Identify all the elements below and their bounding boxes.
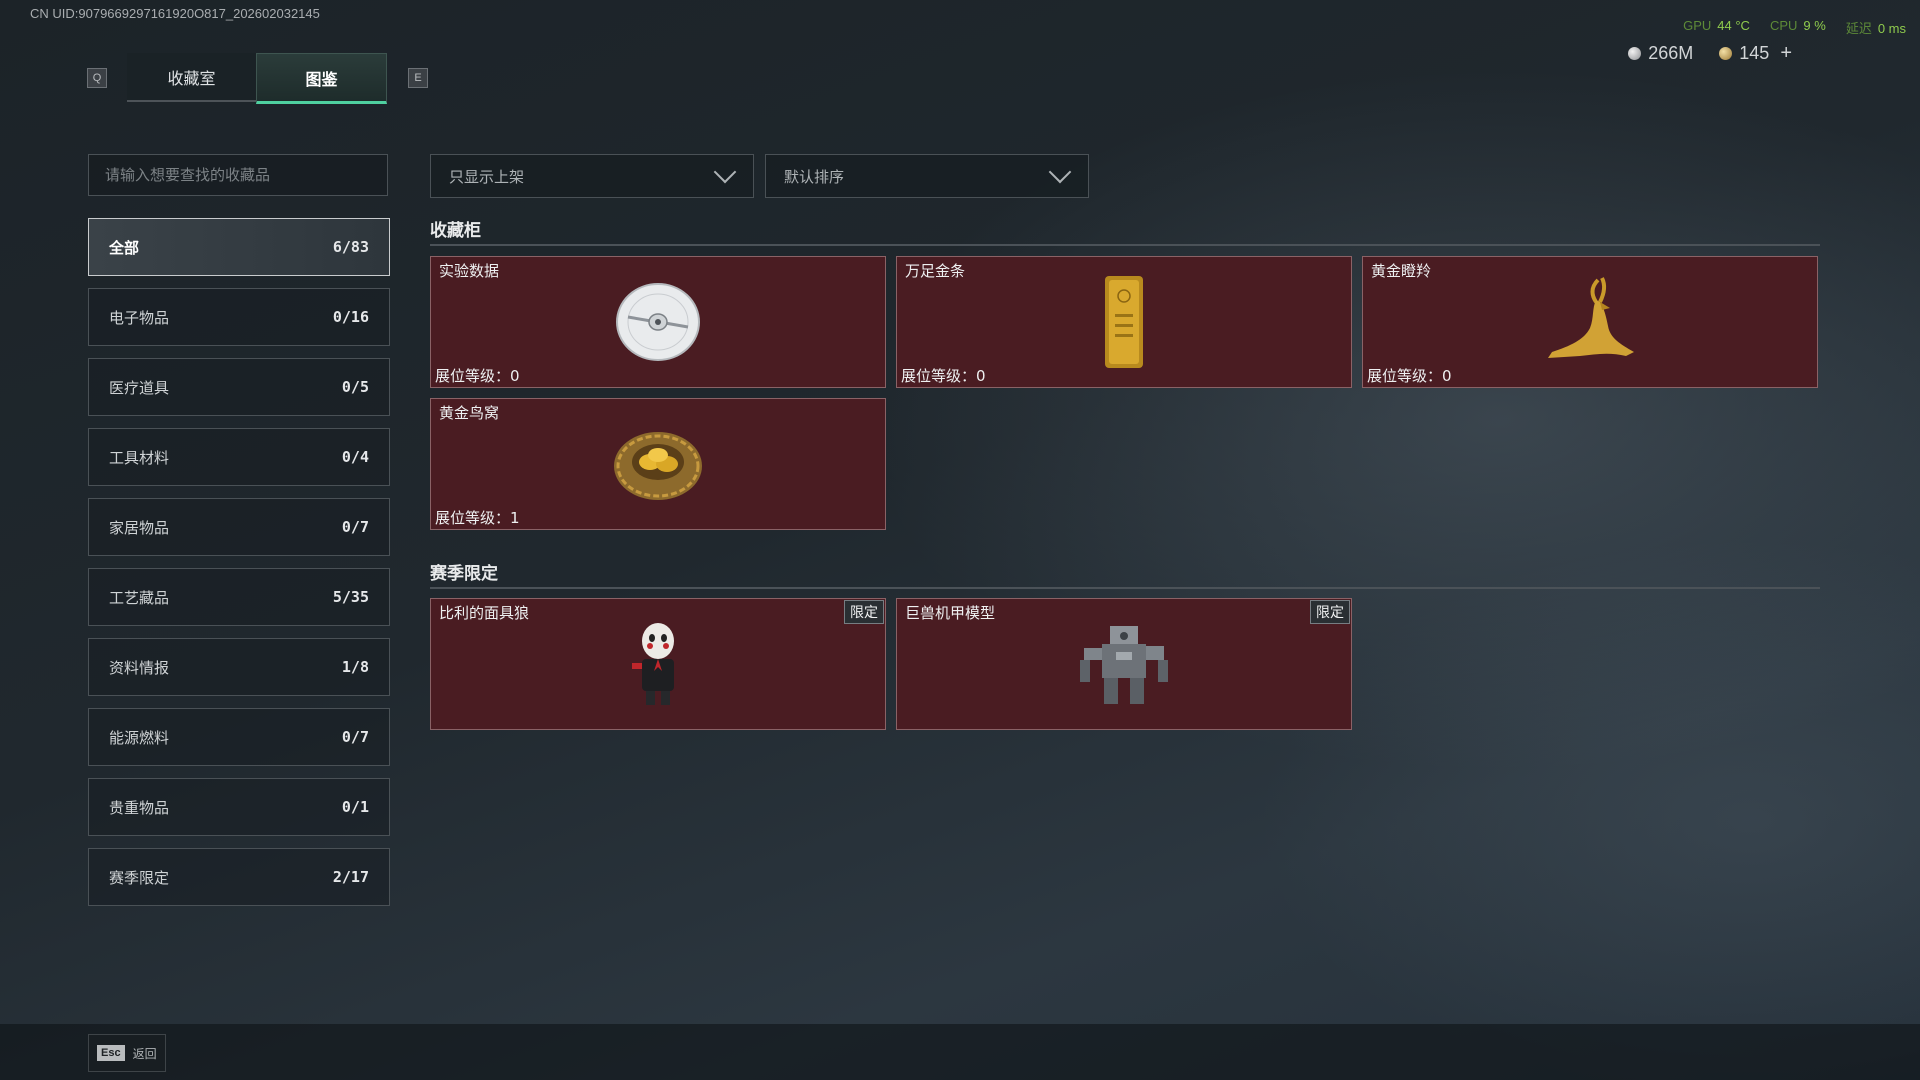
tab-collection-room[interactable]: 收藏室 <box>127 53 256 102</box>
silver-coin-icon <box>1628 47 1642 60</box>
card-name: 万足金条 <box>905 262 966 280</box>
sort-dropdown[interactable]: 默认排序 <box>765 154 1089 198</box>
gold-amount: 145 <box>1739 43 1770 63</box>
cpu-readout: CPU 9 % <box>1769 18 1826 33</box>
latency-readout: 延迟 0 ms <box>1845 21 1906 36</box>
display-level: 展位等级：0 <box>901 367 986 385</box>
uid-text: CN UID:9079669297161920O817_202602032145 <box>30 6 320 21</box>
chevron-down-icon <box>1048 160 1072 184</box>
category-item-tools[interactable]: 工具材料 0/4 <box>88 428 390 486</box>
card-name: 比利的面具狼 <box>439 604 530 622</box>
gold-bar-icon <box>1105 276 1143 368</box>
category-count: 0/4 <box>341 448 369 466</box>
category-label: 家居物品 <box>109 518 170 537</box>
card-name: 黄金瞪羚 <box>1371 262 1432 280</box>
category-count: 0/7 <box>341 518 369 536</box>
category-item-crafts[interactable]: 工艺藏品 5/35 <box>88 568 390 626</box>
silver-currency: 266M <box>1628 42 1693 65</box>
category-item-medical[interactable]: 医疗道具 0/5 <box>88 358 390 416</box>
gold-gazelle-icon <box>1548 277 1634 358</box>
category-label: 电子物品 <box>109 308 170 327</box>
limited-badge: 限定 <box>844 600 884 624</box>
display-level: 展位等级：0 <box>1367 367 1452 385</box>
category-item-household[interactable]: 家居物品 0/7 <box>88 498 390 556</box>
puppet-icon <box>632 623 674 705</box>
add-currency-button[interactable]: + <box>1780 42 1792 65</box>
footer-bar <box>0 1024 1920 1080</box>
category-count: 0/1 <box>341 798 369 816</box>
section-title-season: 赛季限定 <box>430 564 498 584</box>
gold-currency[interactable]: 145 + <box>1719 42 1792 65</box>
collectible-card[interactable]: 万足金条 展位等级：0 <box>896 256 1352 388</box>
display-level: 展位等级：1 <box>435 509 520 527</box>
key-hint-e: E <box>408 68 428 88</box>
gold-coin-icon <box>1719 47 1733 60</box>
section-title-cabinet: 收藏柜 <box>430 221 481 241</box>
tab-codex[interactable]: 图鉴 <box>256 53 387 104</box>
category-label: 资料情报 <box>109 658 170 677</box>
category-item-energy[interactable]: 能源燃料 0/7 <box>88 708 390 766</box>
section-divider <box>430 587 1820 589</box>
category-item-electronics[interactable]: 电子物品 0/16 <box>88 288 390 346</box>
card-name: 巨兽机甲模型 <box>905 604 996 622</box>
category-label: 工具材料 <box>109 448 170 467</box>
category-count: 0/7 <box>341 728 369 746</box>
disc-icon <box>616 283 700 361</box>
shelf-filter-value: 只显示上架 <box>449 167 525 186</box>
category-count: 5/35 <box>332 588 369 606</box>
display-level: 展位等级：0 <box>435 367 520 385</box>
limited-badge: 限定 <box>1310 600 1350 624</box>
sort-value: 默认排序 <box>784 167 845 186</box>
category-label: 工艺藏品 <box>109 588 170 607</box>
card-name: 实验数据 <box>439 262 500 280</box>
collectible-card[interactable]: 比利的面具狼 限定 <box>430 598 886 730</box>
category-item-all[interactable]: 全部 6/83 <box>88 218 390 276</box>
collectible-card[interactable]: 黄金鸟窝 展位等级：1 <box>430 398 886 530</box>
category-list: 全部 6/83 电子物品 0/16 医疗道具 0/5 工具材料 0/4 家居物品 0/7 … <box>88 218 390 918</box>
card-name: 黄金鸟窝 <box>439 404 500 422</box>
category-label: 全部 <box>109 238 140 257</box>
silver-amount: 266M <box>1648 43 1694 63</box>
esc-key-icon: Esc <box>97 1045 125 1061</box>
category-label: 赛季限定 <box>109 868 170 887</box>
top-tabs: 收藏室 图鉴 <box>127 53 387 104</box>
mech-icon <box>1080 626 1168 704</box>
key-hint-q: Q <box>87 68 107 88</box>
category-count: 0/5 <box>341 378 369 396</box>
back-label: 返回 <box>132 1046 157 1061</box>
category-item-season[interactable]: 赛季限定 2/17 <box>88 848 390 906</box>
back-button[interactable]: Esc 返回 <box>88 1034 166 1072</box>
gold-nest-icon <box>614 432 702 500</box>
category-count: 2/17 <box>332 868 369 886</box>
search-box <box>88 154 388 196</box>
category-count: 0/16 <box>332 308 369 326</box>
chevron-down-icon <box>713 160 737 184</box>
category-item-intel[interactable]: 资料情报 1/8 <box>88 638 390 696</box>
currency-bar: 266M 145 + <box>1628 42 1792 65</box>
collectible-card[interactable]: 实验数据 展位等级：0 <box>430 256 886 388</box>
search-input[interactable] <box>89 155 387 195</box>
collectible-card[interactable]: 巨兽机甲模型 限定 <box>896 598 1352 730</box>
category-count: 1/8 <box>341 658 369 676</box>
shelf-filter-dropdown[interactable]: 只显示上架 <box>430 154 754 198</box>
category-label: 能源燃料 <box>109 728 170 747</box>
section-divider <box>430 244 1820 246</box>
category-label: 医疗道具 <box>109 378 170 397</box>
performance-hud: GPU 44 °C CPU 9 % 延迟 0 ms <box>1683 18 1906 37</box>
gpu-readout: GPU 44 °C <box>1683 18 1750 33</box>
category-count: 6/83 <box>332 238 369 256</box>
collectible-card[interactable]: 黄金瞪羚 展位等级：0 <box>1362 256 1818 388</box>
category-label: 贵重物品 <box>109 798 170 817</box>
category-item-valuables[interactable]: 贵重物品 0/1 <box>88 778 390 836</box>
